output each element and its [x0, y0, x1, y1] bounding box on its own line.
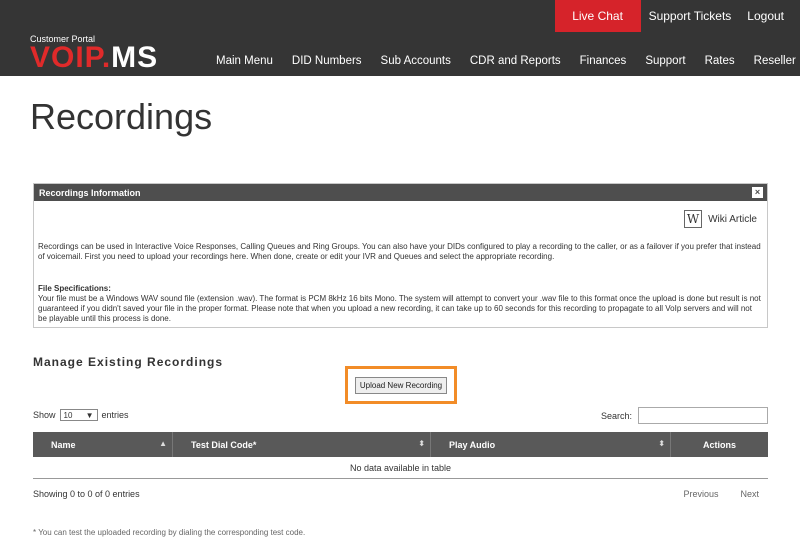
search-label: Search: — [600, 410, 632, 421]
wikipedia-icon[interactable]: W — [684, 210, 703, 228]
recordings-table: Name ▲ Test Dial Code* ⬍ Play Audio ⬍ Ac… — [33, 432, 768, 479]
nav-rates[interactable]: Rates — [705, 55, 735, 67]
sort-icon: ⬍ — [418, 439, 425, 448]
header: Live Chat Support Tickets Logout Custome… — [0, 0, 800, 76]
pagination: Previous Next — [661, 489, 759, 499]
wiki-article-label[interactable]: Wiki Article — [708, 214, 757, 225]
recordings-info-box: Recordings Information × W Wiki Article … — [33, 183, 768, 328]
nav-main-menu[interactable]: Main Menu — [216, 55, 273, 67]
top-bar: Live Chat Support Tickets Logout — [554, 0, 800, 32]
logo-wordmark: VOIP.MS — [30, 41, 159, 74]
nav-did-numbers[interactable]: DID Numbers — [292, 55, 362, 67]
close-icon[interactable]: × — [752, 187, 763, 198]
table-search: Search: — [601, 407, 768, 424]
search-input[interactable] — [638, 407, 768, 424]
entries-label: entries — [101, 410, 129, 420]
caret-down-icon: ▼ — [85, 410, 94, 420]
column-play-audio[interactable]: Play Audio ⬍ — [431, 432, 671, 457]
entries-length-control: Show 10 ▼ entries — [33, 409, 129, 421]
logout-link[interactable]: Logout — [747, 9, 784, 23]
main-nav: Main Menu DID Numbers Sub Accounts CDR a… — [216, 55, 796, 67]
nav-support[interactable]: Support — [645, 55, 685, 67]
sort-icon: ⬍ — [658, 439, 665, 448]
next-button[interactable]: Next — [740, 489, 759, 499]
show-label: Show — [33, 410, 56, 420]
upload-new-recording-button[interactable]: Upload New Recording — [354, 376, 448, 394]
sort-asc-icon: ▲ — [159, 439, 167, 448]
file-spec-heading: File Specifications: — [38, 284, 111, 293]
column-actions: Actions — [702, 439, 736, 450]
column-test-dial-code[interactable]: Test Dial Code* ⬍ — [173, 432, 431, 457]
live-chat-button[interactable]: Live Chat — [554, 0, 641, 32]
table-empty-row: No data available in table — [33, 457, 768, 479]
info-paragraph: Recordings can be used in Interactive Vo… — [38, 242, 761, 261]
nav-reseller[interactable]: Reseller — [754, 55, 796, 67]
wiki-article-link[interactable]: W Wiki Article — [684, 210, 757, 228]
page-title: Recordings — [30, 96, 213, 137]
upload-highlight: Upload New Recording — [345, 366, 457, 404]
entries-select[interactable]: 10 ▼ — [59, 409, 98, 421]
previous-button[interactable]: Previous — [683, 489, 718, 499]
nav-sub-accounts[interactable]: Sub Accounts — [381, 55, 451, 67]
footnote: * You can test the uploaded recording by… — [33, 528, 306, 537]
nav-finances[interactable]: Finances — [580, 55, 627, 67]
info-box-header: Recordings Information × — [34, 184, 767, 201]
table-header: Name ▲ Test Dial Code* ⬍ Play Audio ⬍ Ac… — [33, 432, 768, 457]
section-title: Manage Existing Recordings — [33, 355, 224, 369]
table-info: Showing 0 to 0 of 0 entries — [33, 489, 140, 499]
file-spec-paragraph: Your file must be a Windows WAV sound fi… — [38, 294, 761, 323]
support-tickets-link[interactable]: Support Tickets — [649, 9, 732, 23]
info-box-title: Recordings Information — [39, 187, 141, 198]
column-name[interactable]: Name ▲ — [33, 432, 173, 457]
nav-cdr-reports[interactable]: CDR and Reports — [470, 55, 561, 67]
